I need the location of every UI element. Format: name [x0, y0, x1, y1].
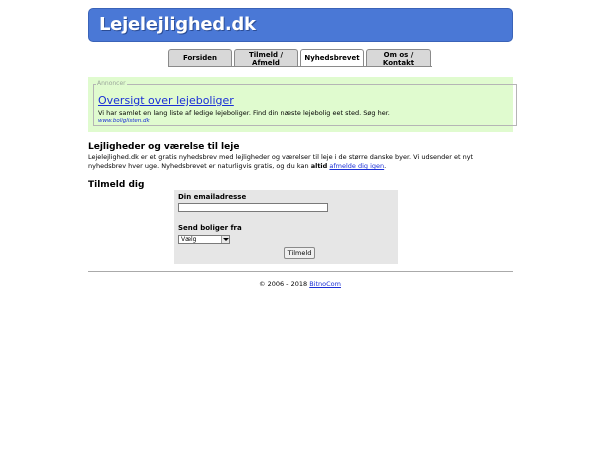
- bitnocom-link[interactable]: BitnoCom: [309, 280, 341, 288]
- tab-nyhedsbrevet[interactable]: Nyhedsbrevet: [300, 49, 364, 67]
- intro-end: .: [384, 162, 387, 170]
- tab-forsiden[interactable]: Forsiden: [168, 49, 232, 67]
- signup-form: Din emailadresse Send boliger fra Vælg T…: [174, 190, 398, 264]
- intro-bold: altid: [310, 162, 328, 170]
- tab-label-line1: Om os /: [383, 51, 414, 59]
- intro-text: Lejelejlighed.dk er et gratis nyhedsbrev…: [88, 153, 513, 171]
- ad-legend: Annoncer: [96, 80, 127, 87]
- tab-label: Forsiden: [182, 54, 218, 62]
- tab-tilmeld-afmeld[interactable]: Tilmeld / Afmeld: [234, 49, 298, 67]
- email-label: Din emailadresse: [178, 193, 247, 201]
- ad-url-link[interactable]: www.boliglisten.dk: [98, 118, 150, 124]
- email-input[interactable]: [178, 203, 328, 212]
- tab-divider: [168, 66, 432, 67]
- tab-label-line1: Tilmeld /: [248, 51, 284, 59]
- footer-divider: [88, 271, 513, 272]
- logo-banner[interactable]: Lejelejlighed.dk: [88, 8, 513, 42]
- ad-title-link[interactable]: Oversigt over lejeboliger: [98, 94, 234, 107]
- footer: © 2006 - 2018 BitnoCom: [0, 280, 600, 288]
- intro-body: Lejelejlighed.dk er et gratis nyhedsbrev…: [88, 153, 474, 170]
- page-heading: Lejligheder og værelse til leje: [88, 142, 240, 152]
- site-logo[interactable]: Lejelejlighed.dk: [99, 14, 256, 35]
- signup-heading: Tilmeld dig: [88, 180, 145, 190]
- ad-description: Vi har samlet en lang liste af ledige le…: [98, 109, 390, 117]
- tab-om-os-kontakt[interactable]: Om os / Kontakt: [366, 49, 431, 67]
- city-select[interactable]: Vælg: [178, 235, 230, 244]
- tab-label: Nyhedsbrevet: [304, 54, 360, 62]
- copyright-text: © 2006 - 2018: [259, 280, 308, 288]
- unsubscribe-link[interactable]: afmelde dig igen: [329, 162, 384, 170]
- ad-box: Annoncer Oversigt over lejeboliger Vi ha…: [88, 77, 517, 132]
- chevron-down-icon: [221, 236, 229, 243]
- select-value: Vælg: [181, 236, 197, 243]
- send-from-label: Send boliger fra: [178, 224, 242, 232]
- submit-button[interactable]: Tilmeld: [284, 247, 315, 259]
